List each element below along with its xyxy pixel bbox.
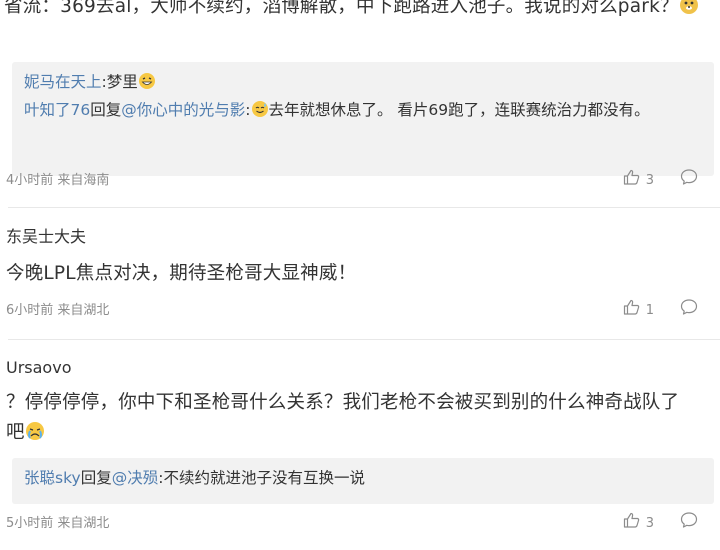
- sweat-smile-emoji-icon: [251, 100, 269, 126]
- laughing-emoji-icon: [138, 72, 156, 98]
- comment-1: 省流：369去al，大师不续约，滔博解散，中下跑路进入池子。我说的对么park？: [0, 0, 720, 26]
- thumbs-up-icon: [623, 169, 646, 194]
- like-button[interactable]: 3: [623, 512, 654, 537]
- reply-text: 去年就想休息了。 看片69跑了，连联赛统治力都没有。: [268, 101, 650, 119]
- like-count: 3: [645, 173, 654, 188]
- thumbs-up-icon: [623, 512, 646, 537]
- reply-text: 梦里: [106, 73, 138, 91]
- reply-item: 张聪sky回复@决殒:不续约就进池子没有互换一说: [24, 469, 365, 487]
- comment-text: 省流：369去al，大师不续约，滔博解散，中下跑路进入池子。我说的对么park？: [4, 0, 720, 26]
- comment-username[interactable]: 东吴士大夫: [6, 227, 86, 247]
- reply-box: 妮马在天上:梦里 叶知了76回复@你心中的光与影: 去年就想休息了。 看片69跑了…: [12, 62, 714, 176]
- divider: [8, 339, 720, 340]
- reply-box: 张聪sky回复@决殒:不续约就进池子没有互换一说: [12, 458, 714, 504]
- reply-item: 妮马在天上:梦里: [24, 70, 702, 98]
- thumbs-up-icon: [623, 299, 646, 324]
- divider: [8, 207, 720, 208]
- comment-actions: 1: [623, 298, 698, 325]
- reply-target[interactable]: @你心中的光与影: [121, 101, 245, 119]
- comment-meta: 5小时前 来自湖北 3: [4, 511, 710, 538]
- comment-text: ？停停停停，你中下和圣枪哥什么关系？我们老枪不会被买到别的什么神奇战队了吧: [6, 388, 716, 451]
- reply-username[interactable]: 张聪sky: [24, 469, 81, 487]
- comment-actions: 3: [623, 511, 698, 538]
- reply-username[interactable]: 妮马在天上: [24, 73, 102, 91]
- comment-bubble-icon[interactable]: [680, 168, 698, 195]
- comment-meta: 4小时前 来自海南 3: [4, 168, 710, 195]
- like-button[interactable]: 1: [623, 299, 654, 324]
- reply-username[interactable]: 叶知了76: [24, 101, 90, 119]
- like-button[interactable]: 3: [623, 169, 654, 194]
- timestamp-location: 4小时前 来自海南: [6, 173, 110, 188]
- comment-text: 今晚LPL焦点对决，期待圣枪哥大显神威！: [6, 263, 357, 284]
- reply-text: 不续约就进池子没有互换一说: [163, 469, 365, 487]
- comment-meta: 6小时前 来自湖北 1: [4, 298, 710, 325]
- reply-item: 叶知了76回复@你心中的光与影: 去年就想休息了。 看片69跑了，连联赛统治力都没…: [24, 98, 702, 126]
- timestamp-location: 5小时前 来自湖北: [6, 516, 110, 531]
- like-count: 1: [645, 303, 654, 318]
- doge-emoji-icon: [679, 0, 699, 26]
- comment-bubble-icon[interactable]: [680, 511, 698, 538]
- like-count: 3: [645, 516, 654, 531]
- comment-username[interactable]: Ursaovo: [6, 358, 71, 378]
- timestamp-location: 6小时前 来自湖北: [6, 303, 110, 318]
- comment-bubble-icon[interactable]: [680, 298, 698, 325]
- crying-emoji-icon: [25, 421, 45, 451]
- reply-target[interactable]: @决殒: [112, 469, 159, 487]
- comment-actions: 3: [623, 168, 698, 195]
